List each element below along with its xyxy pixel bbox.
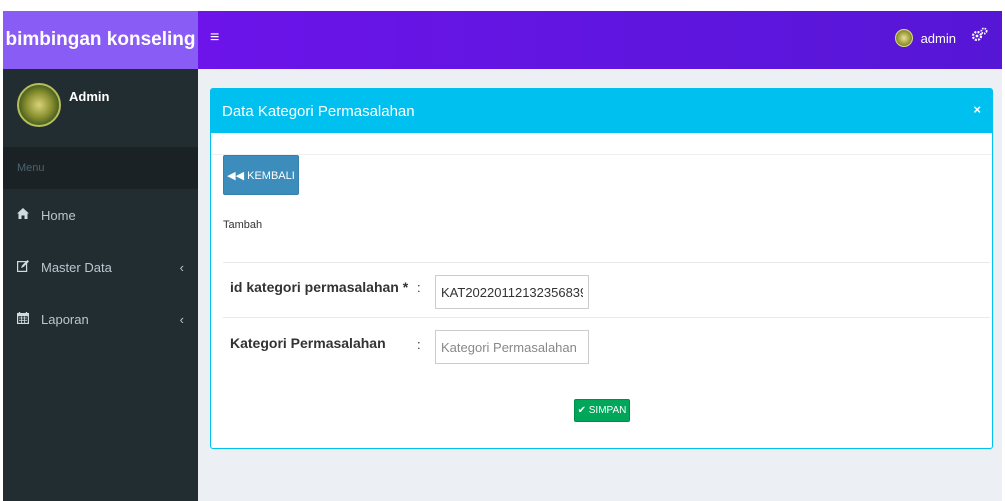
sidebar-item-label: Laporan	[41, 311, 89, 327]
save-button-label: ✔ SIMPAN	[577, 405, 627, 416]
sidebar-item-laporan[interactable]: Laporan ‹	[3, 293, 198, 345]
close-icon[interactable]: ×	[973, 102, 981, 117]
edit-icon	[17, 259, 35, 275]
top-navbar: ≡ admin	[198, 11, 1002, 69]
sidebar-user-name: Admin	[69, 89, 110, 104]
divider	[211, 154, 992, 155]
field-label-id: id kategori permasalahan *	[230, 279, 409, 295]
back-button-label: ◀◀ KEMBALI	[227, 169, 295, 182]
save-button[interactable]: ✔ SIMPAN	[574, 399, 630, 422]
field-label-kategori: Kategori Permasalahan	[230, 335, 386, 351]
chevron-left-icon: ‹	[179, 259, 184, 275]
user-menu[interactable]: admin	[894, 29, 956, 47]
menu-header: Menu	[3, 147, 198, 189]
sidebar: Admin Menu Home Master Data ‹ Laporan ‹	[3, 69, 198, 501]
home-icon	[17, 208, 35, 222]
avatar	[17, 83, 61, 127]
back-button[interactable]: ◀◀ KEMBALI	[223, 155, 299, 195]
user-panel: Admin	[3, 69, 198, 147]
sidebar-item-home[interactable]: Home	[3, 189, 198, 241]
user-avatar-small	[894, 29, 913, 47]
sidebar-item-label: Home	[41, 207, 76, 223]
brand-text: bimbingan konseling	[5, 29, 196, 50]
form-box: Data Kategori Permasalahan × ◀◀ KEMBALI …	[210, 88, 993, 449]
box-header: Data Kategori Permasalahan ×	[211, 89, 992, 133]
field-colon: :	[417, 337, 421, 352]
box-title: Data Kategori Permasalahan	[222, 102, 415, 120]
cogs-icon[interactable]	[970, 27, 988, 48]
brand-logo[interactable]: bimbingan konseling	[3, 11, 198, 69]
divider	[223, 262, 990, 263]
hamburger-menu-icon[interactable]: ≡	[210, 29, 219, 47]
user-name: admin	[920, 30, 956, 46]
calendar-icon	[17, 311, 35, 327]
kategori-permasalahan-field[interactable]	[435, 330, 589, 364]
chevron-left-icon: ‹	[179, 311, 184, 327]
sidebar-item-label: Master Data	[41, 259, 112, 275]
sidebar-item-master-data[interactable]: Master Data ‹	[3, 241, 198, 293]
app-frame: bimbingan konseling ≡ admin Admin Menu H…	[3, 11, 1002, 501]
field-colon: :	[417, 280, 421, 295]
divider	[223, 317, 990, 318]
form-mode-label: Tambah	[223, 219, 263, 231]
id-kategori-field[interactable]	[435, 275, 589, 309]
